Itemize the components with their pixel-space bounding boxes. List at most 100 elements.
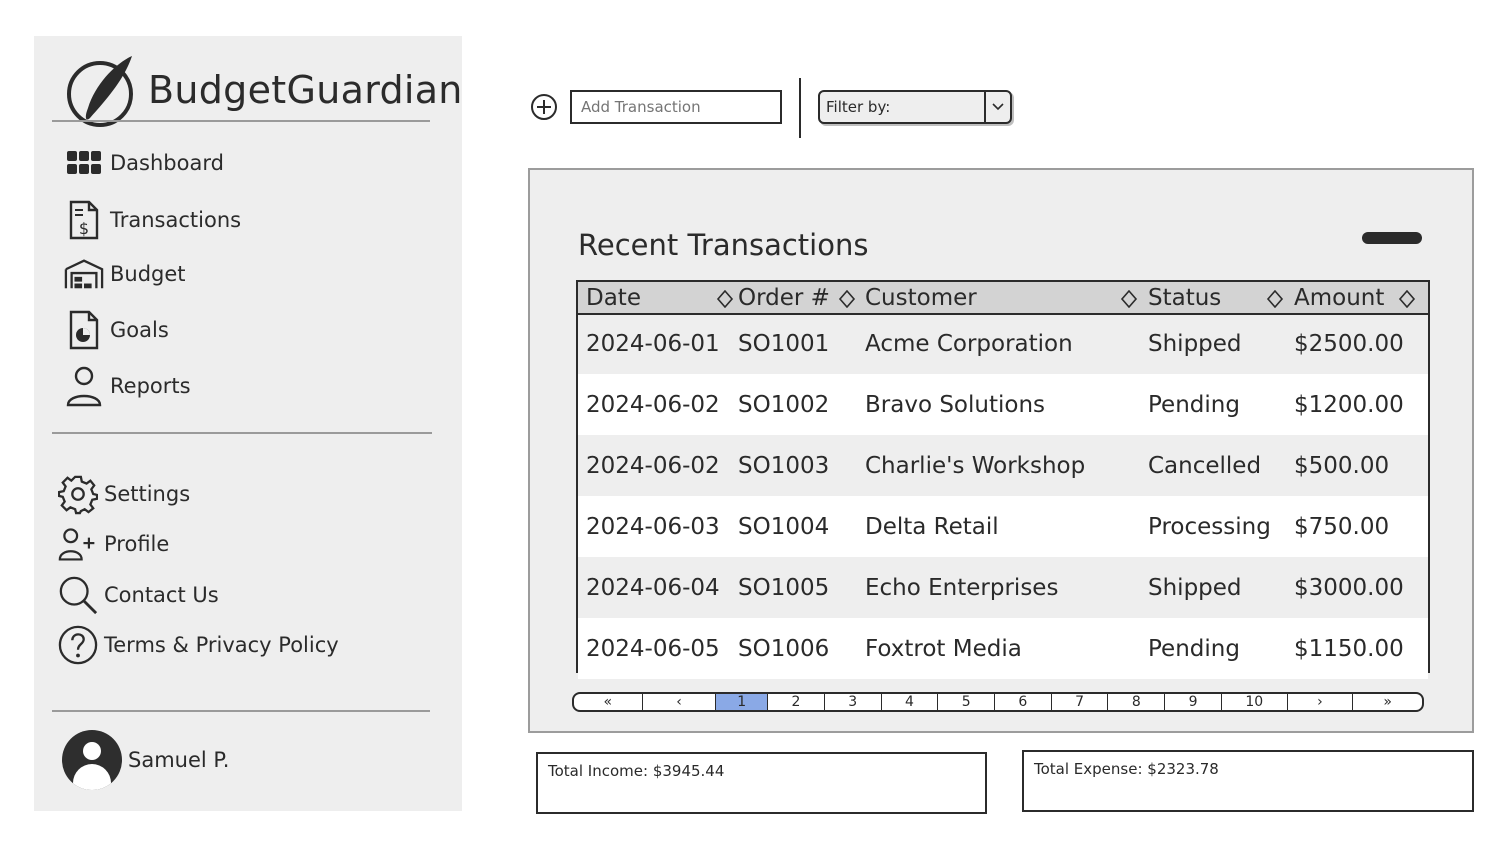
total-expense-box: Total Expense: $2323.78	[1022, 750, 1474, 812]
total-income-box: Total Income: $3945.44	[536, 752, 987, 814]
sidebar-item-label: Goals	[110, 318, 169, 342]
page-button[interactable]: 9	[1165, 694, 1222, 710]
app-name: BudgetGuardian	[148, 68, 463, 112]
logo: BudgetGuardian	[66, 52, 463, 128]
filter-select[interactable]: Filter by:	[818, 90, 1012, 124]
table-row[interactable]: 2024-06-01 SO1001 Acme Corporation Shipped $…	[578, 313, 1428, 374]
page-button[interactable]: 7	[1052, 694, 1109, 710]
add-transaction-input[interactable]	[570, 90, 782, 124]
next-page-button[interactable]: ›	[1288, 694, 1354, 710]
cell-order: SO1004	[738, 513, 830, 540]
divider	[52, 710, 430, 712]
column-header-order[interactable]: Order #	[738, 282, 830, 313]
person-icon	[64, 366, 104, 407]
cell-date: 2024-06-05	[586, 635, 720, 662]
user-profile[interactable]: Samuel P.	[62, 730, 229, 790]
sort-icon[interactable]	[1120, 288, 1138, 309]
cell-amount: $2500.00	[1294, 330, 1404, 357]
column-header-customer[interactable]: Customer	[865, 282, 977, 313]
page-button[interactable]: 3	[825, 694, 882, 710]
sidebar-item-profile[interactable]: Profile	[58, 524, 169, 564]
cell-status: Shipped	[1148, 574, 1242, 601]
sidebar-item-label: Profile	[104, 532, 170, 556]
cell-customer: Bravo Solutions	[865, 391, 1046, 418]
cell-order: SO1002	[738, 391, 830, 418]
table-row[interactable]: 2024-06-03 SO1004 Delta Retail Processing $7…	[578, 496, 1428, 557]
panel-title: Recent Transactions	[578, 228, 869, 262]
table-row[interactable]: 2024-06-04 SO1005 Echo Enterprises Shipped $…	[578, 557, 1428, 618]
sidebar: BudgetGuardian Dashboard $ Transactions Bud…	[34, 36, 462, 811]
prev-page-button[interactable]: ‹	[643, 694, 717, 710]
chart-document-icon	[64, 310, 104, 350]
page-button[interactable]: 10	[1222, 694, 1288, 710]
column-header-status[interactable]: Status	[1148, 282, 1221, 313]
page-button[interactable]: 1	[716, 694, 769, 710]
cell-date: 2024-06-03	[586, 513, 720, 540]
grid-icon	[64, 143, 104, 183]
last-page-button[interactable]: »	[1353, 694, 1422, 710]
svg-text:$: $	[79, 219, 89, 238]
sidebar-item-terms-privacy-policy[interactable]: Terms & Privacy Policy	[58, 625, 339, 665]
search-icon	[58, 575, 98, 615]
sidebar-item-transactions[interactable]: $ Transactions	[64, 200, 241, 240]
cell-amount: $3000.00	[1294, 574, 1404, 601]
add-circle-icon[interactable]	[530, 93, 558, 121]
table-header: Date Order # Customer Status Amount	[578, 282, 1428, 315]
sidebar-item-dashboard[interactable]: Dashboard	[64, 143, 224, 183]
sidebar-item-budget[interactable]: Budget	[64, 254, 186, 294]
sidebar-item-label: Terms & Privacy Policy	[104, 633, 339, 657]
cell-date: 2024-06-02	[586, 452, 720, 479]
cell-customer: Acme Corporation	[865, 330, 1073, 357]
page-button[interactable]: 5	[938, 694, 996, 710]
sidebar-item-label: Contact Us	[104, 583, 219, 607]
divider	[52, 432, 432, 434]
sidebar-item-goals[interactable]: Goals	[64, 310, 169, 350]
filter-label: Filter by:	[826, 98, 891, 116]
table-row[interactable]: 2024-06-02 SO1003 Charlie's Workshop Cancel…	[578, 435, 1428, 496]
total-income: Total Income: $3945.44	[548, 762, 725, 780]
column-header-date[interactable]: Date	[586, 282, 641, 313]
avatar	[62, 730, 122, 790]
sort-icon[interactable]	[838, 288, 856, 309]
cell-status: Pending	[1148, 391, 1240, 418]
cell-status: Processing	[1148, 513, 1271, 540]
sidebar-item-label: Dashboard	[110, 151, 224, 175]
gear-icon	[58, 474, 98, 515]
column-header-amount[interactable]: Amount	[1294, 282, 1384, 313]
cell-customer: Foxtrot Media	[865, 635, 1022, 662]
total-expense: Total Expense: $2323.78	[1034, 760, 1219, 778]
sidebar-item-contact-us[interactable]: Contact Us	[58, 575, 219, 615]
cell-order: SO1005	[738, 574, 830, 601]
cell-status: Pending	[1148, 635, 1240, 662]
table-row[interactable]: 2024-06-02 SO1002 Bravo Solutions Pending $1…	[578, 374, 1428, 435]
first-page-button[interactable]: «	[574, 694, 643, 710]
sidebar-item-settings[interactable]: Settings	[58, 474, 190, 515]
warehouse-icon	[64, 254, 104, 294]
cell-customer: Delta Retail	[865, 513, 999, 540]
cell-date: 2024-06-02	[586, 391, 720, 418]
divider	[52, 120, 430, 122]
sort-icon[interactable]	[1398, 288, 1416, 309]
page-button[interactable]: 8	[1108, 694, 1166, 710]
help-icon	[58, 625, 98, 665]
cell-date: 2024-06-04	[586, 574, 720, 601]
page-button[interactable]: 4	[882, 694, 939, 710]
sort-icon[interactable]	[1266, 288, 1284, 309]
page-button[interactable]: 2	[768, 694, 825, 710]
toolbar-separator	[799, 78, 801, 138]
cell-order: SO1003	[738, 452, 830, 479]
cell-status: Cancelled	[1148, 452, 1262, 479]
cell-amount: $750.00	[1294, 513, 1390, 540]
sidebar-item-reports[interactable]: Reports	[64, 366, 191, 407]
cell-order: SO1006	[738, 635, 830, 662]
table-row[interactable]: 2024-06-05 SO1006 Foxtrot Media Pending $115…	[578, 618, 1428, 679]
cell-customer: Charlie's Workshop	[865, 452, 1086, 479]
add-user-icon	[58, 524, 98, 564]
sidebar-item-label: Reports	[110, 374, 191, 398]
chevron-down-icon[interactable]	[984, 92, 1010, 122]
page-button[interactable]: 6	[995, 694, 1052, 710]
minimize-button[interactable]	[1362, 232, 1422, 244]
sort-icon[interactable]	[716, 288, 734, 309]
cell-amount: $500.00	[1294, 452, 1390, 479]
transactions-panel: Recent Transactions Date Order # Customer S…	[528, 168, 1474, 733]
